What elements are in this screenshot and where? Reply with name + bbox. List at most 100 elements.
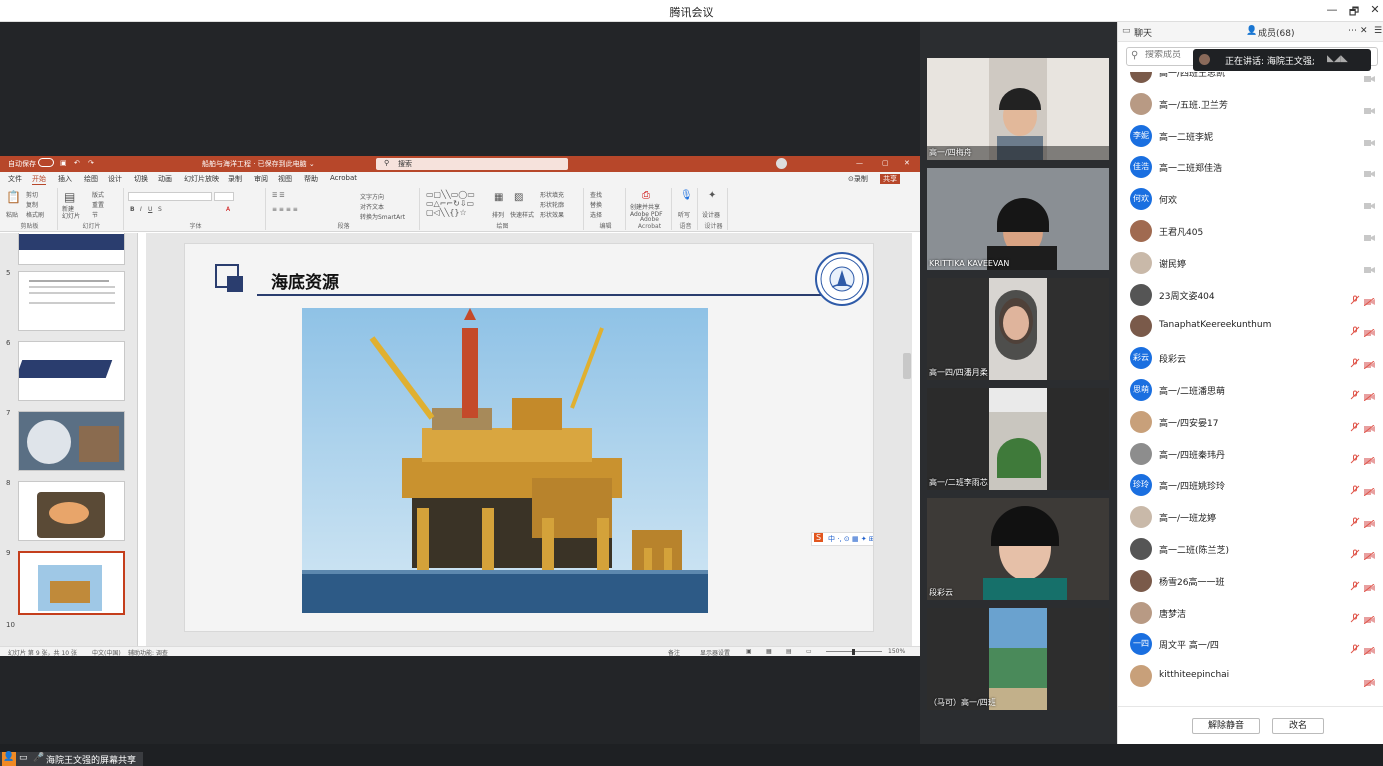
language-status[interactable]: 中文(中国) bbox=[92, 648, 121, 656]
slide-thumbnail-current[interactable] bbox=[18, 551, 125, 615]
reset-button[interactable]: 重置 bbox=[92, 200, 104, 209]
panel-close-icon[interactable]: ✕ bbox=[1360, 26, 1368, 36]
mic-muted-icon[interactable] bbox=[1350, 480, 1360, 495]
quick-styles-icon[interactable]: ▨ bbox=[514, 192, 523, 203]
mic-muted-icon[interactable] bbox=[1350, 639, 1360, 654]
member-row[interactable]: 珍玲 高一/四班姚珍玲 bbox=[1118, 469, 1383, 501]
menu-record[interactable]: 录制 bbox=[228, 174, 242, 184]
camera-off-icon[interactable] bbox=[1363, 513, 1375, 529]
member-row[interactable]: 谢民婷 bbox=[1118, 247, 1383, 279]
paste-button[interactable]: 粘贴 bbox=[6, 210, 18, 219]
font-color-icon[interactable]: A bbox=[226, 206, 230, 213]
bold-icon[interactable]: B bbox=[130, 206, 135, 213]
italic-icon[interactable]: I bbox=[140, 206, 142, 213]
font-size-box[interactable] bbox=[214, 192, 234, 201]
smartart-button[interactable]: 转换为SmartArt bbox=[360, 212, 405, 221]
mic-muted-icon[interactable] bbox=[1350, 512, 1360, 527]
display-settings-button[interactable]: 显示器设置 bbox=[700, 648, 730, 656]
member-row[interactable]: 杨雪26高一一班 bbox=[1118, 565, 1383, 597]
menu-animations[interactable]: 动画 bbox=[158, 174, 172, 184]
mic-icon[interactable] bbox=[1350, 99, 1360, 109]
member-row[interactable]: 高一/四班王思凯 bbox=[1118, 72, 1383, 88]
zoom-slider-thumb[interactable] bbox=[852, 649, 855, 655]
mic-muted-icon[interactable] bbox=[1350, 544, 1360, 559]
menu-transitions[interactable]: 切换 bbox=[134, 174, 148, 184]
member-row[interactable]: 23周文姿404 bbox=[1118, 279, 1383, 311]
panel-menu-icon[interactable]: ☰ bbox=[1374, 26, 1382, 36]
mic-icon[interactable] bbox=[1350, 72, 1360, 77]
notes-button[interactable]: 备注 bbox=[668, 648, 680, 656]
camera-icon[interactable] bbox=[1363, 672, 1375, 688]
member-list[interactable]: 高一/四班王思凯 高一/五班.卫兰芳 李妮 高一二班李妮 佳浩 高一二班郑佳浩 何欢 何欢 王君… bbox=[1118, 72, 1383, 702]
menu-insert[interactable]: 插入 bbox=[58, 174, 72, 184]
layout-button[interactable]: 版式 bbox=[92, 190, 104, 199]
shape-outline-button[interactable]: 形状轮廓 bbox=[540, 200, 564, 209]
mic-muted-icon[interactable] bbox=[1350, 385, 1360, 400]
mic-muted-icon[interactable] bbox=[1350, 353, 1360, 368]
strikethrough-icon[interactable]: S bbox=[158, 206, 162, 213]
maximize-button[interactable]: 🗗 bbox=[1345, 3, 1363, 22]
ppt-restore-icon[interactable]: ▢ bbox=[882, 159, 889, 167]
quick-styles-button[interactable]: 快速样式 bbox=[510, 210, 534, 219]
camera-off-icon[interactable] bbox=[1363, 481, 1375, 497]
video-tile[interactable]: 高一四/四潘月柔 bbox=[927, 278, 1109, 380]
camera-off-icon[interactable] bbox=[1364, 132, 1375, 146]
video-tile[interactable]: 段彩云 bbox=[927, 498, 1109, 600]
menu-acrobat[interactable]: Acrobat bbox=[330, 174, 357, 182]
menu-file[interactable]: 文件 bbox=[8, 174, 22, 184]
ppt-close-icon[interactable]: ✕ bbox=[904, 159, 910, 167]
camera-off-icon[interactable] bbox=[1364, 259, 1375, 273]
align-icons[interactable]: ≡ ≡ ≡ ≡ bbox=[272, 206, 298, 213]
dictate-button[interactable]: 听写 bbox=[678, 210, 690, 219]
menu-view[interactable]: 视图 bbox=[278, 174, 292, 184]
underline-icon[interactable]: U bbox=[148, 206, 152, 213]
video-tile[interactable]: 高一/四梅舟 bbox=[927, 58, 1109, 160]
copy-button[interactable]: 复制 bbox=[26, 200, 38, 209]
menu-help[interactable]: 帮助 bbox=[304, 174, 318, 184]
accessibility-status[interactable]: 辅助功能: 调查 bbox=[128, 648, 168, 656]
slide-thumbnail-pane[interactable]: 5 6 7 8 9 10 bbox=[0, 233, 138, 646]
slide-thumbnail[interactable] bbox=[18, 233, 125, 265]
video-tile[interactable]: KRITTIKA KAVEEVAN bbox=[927, 168, 1109, 270]
designer-button[interactable]: 设计器 bbox=[702, 210, 720, 219]
replace-button[interactable]: 替换 bbox=[590, 200, 602, 209]
camera-off-icon[interactable] bbox=[1364, 195, 1375, 210]
member-row[interactable]: TanaphatKeereekunthum bbox=[1118, 310, 1383, 342]
member-row[interactable]: 何欢 何欢 bbox=[1118, 183, 1383, 215]
slide-thumbnail[interactable] bbox=[18, 271, 125, 331]
rename-button[interactable]: 改名 bbox=[1272, 718, 1324, 734]
member-row[interactable]: 思萌 高一/二班潘思萌 bbox=[1118, 374, 1383, 406]
shape-fill-button[interactable]: 形状填充 bbox=[540, 190, 564, 199]
record-button[interactable]: ⊙录制 bbox=[848, 174, 868, 184]
bullets-icon[interactable]: ☰ ☰ bbox=[272, 192, 285, 199]
view-normal-icon[interactable]: ▣ bbox=[746, 648, 752, 655]
camera-off-icon[interactable] bbox=[1364, 163, 1375, 178]
camera-off-icon[interactable] bbox=[1363, 418, 1375, 434]
tab-members[interactable]: 成员(68) bbox=[1258, 26, 1294, 39]
more-icon[interactable]: ⋯ bbox=[1348, 26, 1357, 36]
menu-design[interactable]: 设计 bbox=[108, 174, 122, 184]
ime-toolbar-label[interactable]: 中 ·, ⊙ ▦ ✦ ⊞ bbox=[828, 534, 873, 544]
camera-off-icon[interactable] bbox=[1364, 227, 1375, 241]
member-row[interactable]: 高一二班(陈兰芝) bbox=[1118, 533, 1383, 565]
member-row[interactable]: 一四 周文平 高一/四 bbox=[1118, 628, 1383, 660]
autosave-toggle[interactable] bbox=[38, 158, 54, 167]
canvas-scrollbar[interactable] bbox=[903, 353, 911, 379]
camera-off-icon[interactable] bbox=[1363, 577, 1375, 593]
designer-icon[interactable]: ✦ bbox=[708, 190, 716, 201]
camera-off-icon[interactable] bbox=[1363, 386, 1375, 402]
video-tile[interactable]: （马可）高一/四班 bbox=[927, 608, 1109, 710]
view-sorter-icon[interactable]: ▦ bbox=[766, 648, 772, 655]
select-button[interactable]: 选择 bbox=[590, 210, 602, 219]
mic-icon[interactable] bbox=[1350, 671, 1360, 681]
share-button[interactable]: 共享 bbox=[880, 174, 900, 184]
microphone-icon[interactable]: 🎙 bbox=[680, 190, 693, 201]
cut-button[interactable]: 剪切 bbox=[26, 190, 38, 199]
undo-icon[interactable]: ↶ bbox=[74, 159, 80, 167]
mic-icon[interactable] bbox=[1350, 226, 1360, 236]
camera-off-icon[interactable] bbox=[1363, 609, 1375, 624]
close-button[interactable]: ✕ bbox=[1366, 3, 1383, 16]
redo-icon[interactable]: ↷ bbox=[88, 159, 94, 167]
minimize-button[interactable]: — bbox=[1323, 3, 1341, 16]
camera-off-icon[interactable] bbox=[1364, 100, 1375, 114]
